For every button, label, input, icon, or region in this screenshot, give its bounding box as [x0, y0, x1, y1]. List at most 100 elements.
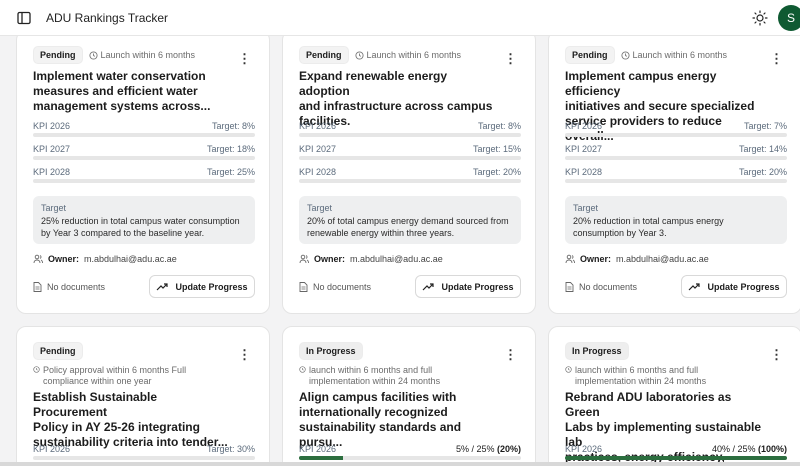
clock-icon — [620, 50, 630, 60]
kpi-progress-bar — [33, 133, 255, 137]
status-badge: Pending — [33, 342, 83, 360]
status-badge: In Progress — [299, 342, 363, 360]
documents[interactable]: No documents — [565, 282, 637, 292]
owner: Owner: m.abdulhai@adu.ac.ae — [299, 254, 443, 264]
initiative-title: Rebrand ADU laboratories as Green Labs by… — [565, 390, 762, 466]
kpi-value: Target: 14% — [738, 144, 787, 154]
more-options-icon[interactable]: ⋮ — [238, 347, 251, 363]
timeline-text: launch within 6 months and full implement… — [575, 365, 707, 386]
more-options-icon[interactable]: ⋮ — [770, 51, 783, 67]
initiative-card[interactable]: In Progress launch within 6 months and f… — [548, 326, 800, 466]
trending-up-icon — [157, 282, 169, 290]
target-box: Target 25% reduction in total campus wat… — [33, 196, 255, 244]
initiative-card[interactable]: Pending Policy approval within 6 months … — [16, 326, 270, 466]
status-badge: In Progress — [565, 342, 629, 360]
owner: Owner: m.abdulhai@adu.ac.ae — [33, 254, 177, 264]
update-progress-button[interactable]: Update Progress — [681, 275, 787, 298]
initiative-title: Align campus facilities with internationa… — [299, 390, 462, 449]
kpi-label: KPI 2026 — [299, 121, 337, 131]
initiative-card[interactable]: Pending Launch within 6 months Implement… — [548, 30, 800, 314]
documents[interactable]: No documents — [299, 282, 371, 292]
timeline-text: Launch within 6 months — [632, 49, 728, 60]
sun-icon[interactable] — [752, 10, 768, 26]
kpi-progress-bar — [33, 456, 255, 460]
trending-up-icon — [689, 282, 701, 290]
owner: Owner: m.abdulhai@adu.ac.ae — [565, 254, 709, 264]
timeline-text: Policy approval within 6 months Full comp… — [43, 365, 187, 386]
more-options-icon[interactable]: ⋮ — [504, 347, 517, 363]
timeline: launch within 6 months and full implement… — [565, 365, 765, 387]
users-icon — [565, 254, 575, 264]
timeline: Launch within 6 months — [620, 49, 728, 61]
documents[interactable]: No documents — [33, 282, 105, 292]
kpi-label: KPI 2028 — [565, 167, 603, 177]
update-progress-button[interactable]: Update Progress — [415, 275, 521, 298]
kpi-label: KPI 2026 — [565, 444, 603, 454]
document-icon — [33, 282, 42, 292]
kpi-value: Target: 8% — [211, 121, 255, 131]
more-options-icon[interactable]: ⋮ — [504, 51, 517, 67]
more-options-icon[interactable]: ⋮ — [770, 347, 783, 363]
target-label: Target — [41, 203, 67, 213]
kpi-progress-bar — [299, 133, 521, 137]
kpi-label: KPI 2027 — [565, 144, 603, 154]
more-options-icon[interactable]: ⋮ — [238, 51, 251, 67]
kpi-progress-bar — [299, 456, 521, 460]
kpi-value: Target: 30% — [206, 444, 255, 454]
kpi-label: KPI 2028 — [33, 167, 71, 177]
update-progress-button[interactable]: Update Progress — [149, 275, 255, 298]
timeline: Launch within 6 months — [88, 49, 196, 61]
target-text: 20% of total campus energy demand source… — [307, 216, 509, 238]
kpi-label: KPI 2028 — [299, 167, 337, 177]
kpi-progress-bar — [299, 156, 521, 160]
clock-icon — [565, 366, 572, 373]
kpi-value: Target: 20% — [472, 167, 521, 177]
top-bar: ADU Rankings Tracker S — [0, 0, 800, 36]
kpi-label: KPI 2026 — [299, 444, 337, 454]
clock-icon — [88, 50, 98, 60]
timeline: Policy approval within 6 months Full comp… — [33, 365, 233, 387]
kpi-value: 5% / 25% (20%) — [455, 444, 521, 454]
horizontal-scrollbar[interactable] — [0, 462, 800, 466]
sidebar-toggle-icon[interactable] — [17, 11, 31, 25]
initiative-card[interactable]: Pending Launch within 6 months Expand re… — [282, 30, 536, 314]
document-icon — [565, 282, 574, 292]
target-box: Target 20% of total campus energy demand… — [299, 196, 521, 244]
kpi-value: Target: 7% — [743, 121, 787, 131]
timeline: launch within 6 months and full implement… — [299, 365, 499, 387]
clock-icon — [299, 366, 306, 373]
kpi-progress-bar — [299, 179, 521, 183]
kpi-progress-bar — [33, 179, 255, 183]
timeline-text: Launch within 6 months — [100, 49, 196, 60]
timeline-text: Launch within 6 months — [366, 49, 462, 60]
kpi-progress-bar — [565, 456, 787, 460]
document-icon — [299, 282, 308, 292]
target-box: Target 20% reduction in total campus ene… — [565, 196, 787, 244]
kpi-progress-bar — [565, 179, 787, 183]
kpi-progress-bar — [33, 156, 255, 160]
initiative-card[interactable]: In Progress launch within 6 months and f… — [282, 326, 536, 466]
initiative-card[interactable]: Pending Launch within 6 months Implement… — [16, 30, 270, 314]
kpi-value: Target: 20% — [738, 167, 787, 177]
owner-email: m.abdulhai@adu.ac.ae — [84, 254, 177, 264]
kpi-progress-bar — [565, 156, 787, 160]
kpi-label: KPI 2027 — [299, 144, 337, 154]
owner-email: m.abdulhai@adu.ac.ae — [616, 254, 709, 264]
kpi-value: Target: 18% — [206, 144, 255, 154]
timeline: Launch within 6 months — [354, 49, 462, 61]
status-badge: Pending — [299, 46, 349, 64]
owner-email: m.abdulhai@adu.ac.ae — [350, 254, 443, 264]
kpi-label: KPI 2027 — [33, 144, 71, 154]
clock-icon — [354, 50, 364, 60]
app-title: ADU Rankings Tracker — [46, 11, 169, 25]
target-label: Target — [573, 203, 599, 213]
avatar[interactable]: S — [778, 5, 800, 31]
initiative-title: Implement water conservation measures and… — [33, 69, 211, 113]
initiative-title: Expand renewable energy adoption and infr… — [299, 69, 493, 128]
clock-icon — [33, 366, 40, 373]
kpi-value: 40% / 25% (100%) — [711, 444, 787, 454]
target-label: Target — [307, 203, 333, 213]
users-icon — [299, 254, 309, 264]
kpi-label: KPI 2026 — [33, 121, 71, 131]
kpi-progress-bar — [565, 133, 787, 137]
